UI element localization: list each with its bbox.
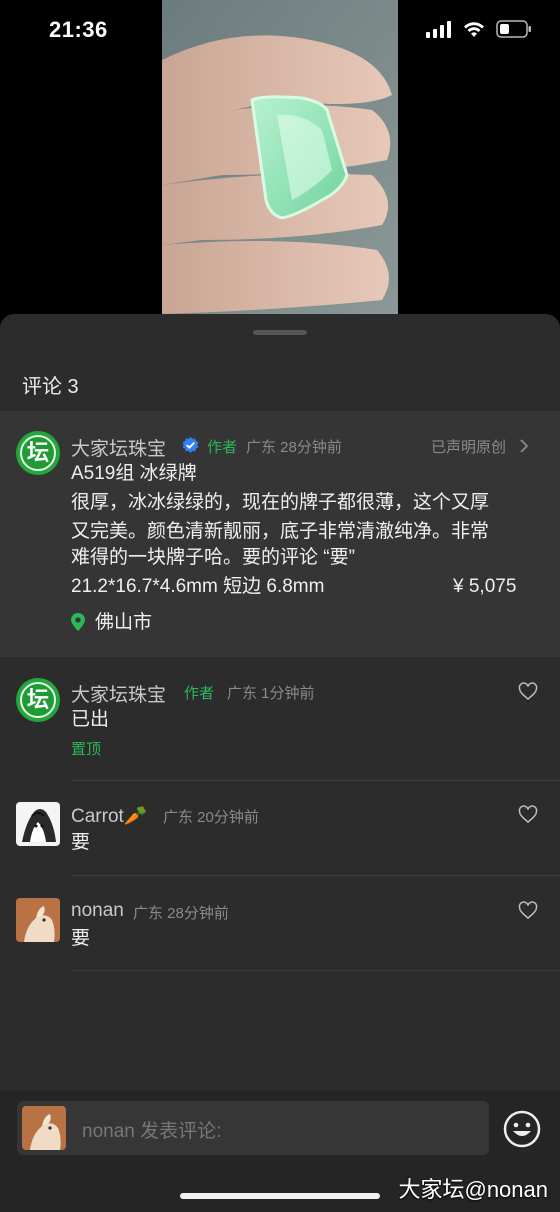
post-body-line-3: 难得的一块牌子哈。要的评论 “要” xyxy=(71,547,355,568)
comment-avatar[interactable] xyxy=(16,898,60,942)
comment-text: 已出 xyxy=(71,709,110,730)
comment-text: 要 xyxy=(71,832,91,853)
signal-icon xyxy=(426,21,451,38)
like-heart-icon[interactable] xyxy=(518,901,538,921)
post-location[interactable]: 佛山市 xyxy=(95,608,152,637)
status-bar: 21:36 xyxy=(0,0,560,60)
post-body-line-1: 很厚，冰冰绿绿的，现在的牌子都很薄，这个又厚 xyxy=(71,492,490,513)
comment-author-tag: 作者 xyxy=(184,685,215,702)
comment-avatar[interactable] xyxy=(16,802,60,846)
location-pin-icon xyxy=(71,613,85,631)
emoji-icon[interactable] xyxy=(503,1110,541,1148)
post-body-line-2: 又完美。颜色清新靓丽，底子非常清澈纯净。非常 xyxy=(71,521,490,542)
comment-input-placeholder[interactable]: nonan 发表评论: xyxy=(82,1116,221,1143)
wifi-icon xyxy=(464,22,484,37)
comment-avatar[interactable]: 坛 xyxy=(16,678,60,722)
divider xyxy=(71,970,560,971)
comment-meta: 广东 28分钟前 xyxy=(133,905,229,922)
comment-author-name[interactable]: Carrot🥕 xyxy=(71,804,147,828)
logo-glyph: 坛 xyxy=(26,440,49,465)
watermark: 大家坛@nonan xyxy=(398,1177,548,1202)
divider xyxy=(71,780,560,781)
status-icons xyxy=(426,20,532,38)
verified-icon xyxy=(182,436,199,453)
like-heart-icon[interactable] xyxy=(518,682,538,702)
comment-meta: 广东 20分钟前 xyxy=(163,809,259,826)
post-price: ¥ 5,075 xyxy=(453,576,517,597)
post-author-name[interactable]: 大家坛珠宝 xyxy=(71,434,166,461)
divider xyxy=(71,875,560,876)
comments-title: 评论 3 xyxy=(22,376,79,398)
author-avatar[interactable]: 坛 xyxy=(16,431,60,475)
pinned-label: 置顶 xyxy=(71,741,102,758)
battery-icon xyxy=(496,20,531,38)
comment-author-name[interactable]: nonan xyxy=(71,900,124,922)
post-author-tag: 作者 xyxy=(207,439,238,456)
comment-meta: 广东 1分钟前 xyxy=(227,685,315,702)
my-avatar xyxy=(22,1106,66,1150)
comment-text: 要 xyxy=(71,928,91,949)
like-heart-icon[interactable] xyxy=(518,805,538,825)
post-spec: 21.2*16.7*4.6mm 短边 6.8mm xyxy=(71,576,325,597)
post-title-line: A519组 冰绿牌 xyxy=(71,463,197,484)
original-declaration-link[interactable]: 已声明原创 xyxy=(431,436,506,457)
drag-handle[interactable] xyxy=(253,330,307,335)
logo-glyph: 坛 xyxy=(26,687,49,712)
home-indicator[interactable] xyxy=(180,1193,380,1199)
comment-author-name[interactable]: 大家坛珠宝 xyxy=(71,680,166,707)
post-meta: 广东 28分钟前 xyxy=(246,439,342,456)
status-time: 21:36 xyxy=(49,17,108,42)
chevron-right-icon[interactable] xyxy=(519,438,529,454)
